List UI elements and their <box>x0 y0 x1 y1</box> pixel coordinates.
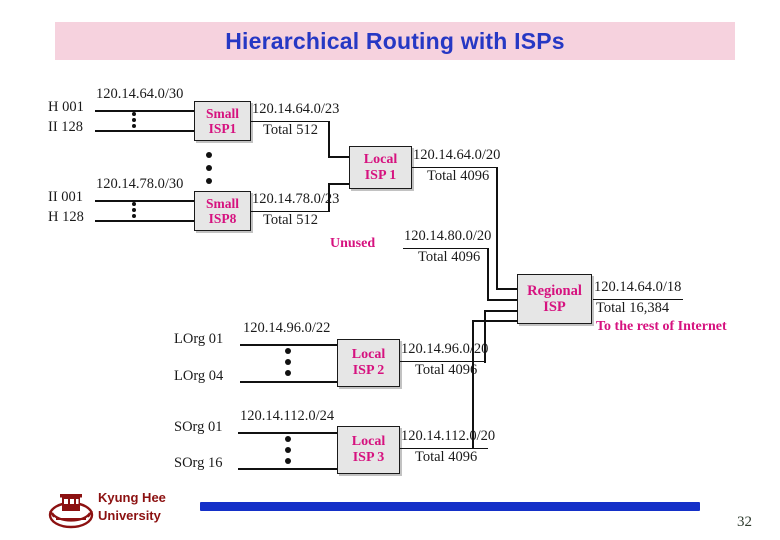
small-isp1-box[interactable]: Small ISP1 <box>194 101 251 141</box>
local-isp2-out-total: Total 4096 <box>415 362 478 378</box>
regional-isp-out-prefix: 120.14.64.0/18 <box>594 279 682 295</box>
university-name: Kyung Hee University <box>98 489 166 524</box>
host-label-bottom-group1: II 128 <box>48 119 84 135</box>
small-isp8-line2: ISP8 <box>208 211 237 226</box>
small-isp1-line1: Small <box>205 105 239 121</box>
local-isp3-line1: Local <box>351 434 386 450</box>
internet-note: To the rest of Internet <box>596 319 727 334</box>
out-total-group2: Total 512 <box>263 212 318 228</box>
org-ellipsis-isp3 <box>284 436 291 464</box>
out-prefix-group1: 120.14.64.0/23 <box>252 101 340 117</box>
small-isp1-line2: ISP1 <box>208 121 237 136</box>
page-title: Hierarchical Routing with ISPs <box>225 27 565 54</box>
small-isp8-box[interactable]: Small ISP8 <box>194 191 251 231</box>
local-isp1-line1: Local <box>363 151 398 167</box>
page-number: 32 <box>737 514 752 530</box>
connector-localisp1-horizontal <box>496 288 518 290</box>
local-isp3-out-prefix: 120.14.112.0/20 <box>401 428 496 444</box>
org-label-bottom-isp3: SOrg 16 <box>174 455 223 471</box>
org-ellipsis-isp2 <box>284 348 291 376</box>
host-label-top-group2: II 001 <box>48 189 84 205</box>
link-line-top-group1 <box>95 110 195 112</box>
out-total-group1: Total 512 <box>263 122 318 138</box>
host-label-top-group1: H 001 <box>48 99 84 115</box>
local-isp1-box[interactable]: Local ISP 1 <box>349 146 412 189</box>
footer-accent-bar <box>200 502 700 511</box>
link-line-bottom-isp2 <box>240 381 345 383</box>
regional-isp-out-total: Total 16,384 <box>596 300 670 316</box>
org-label-top-isp3: SOrg 01 <box>174 419 223 435</box>
local-isp1-out-prefix: 120.14.64.0/20 <box>413 147 501 163</box>
local-isp3-box[interactable]: Local ISP 3 <box>337 426 400 474</box>
connector-localisp2-horizontal <box>484 310 518 312</box>
connector-group1-horizontal <box>328 156 350 158</box>
university-name-line2: University <box>98 507 161 523</box>
connector-unused-horizontal <box>487 299 518 301</box>
local-isp1-out-total: Total 4096 <box>427 168 490 184</box>
org-label-bottom-isp2: LOrg 04 <box>174 368 224 384</box>
local-isp2-out-prefix: 120.14.96.0/20 <box>401 341 489 357</box>
unused-prefix: 120.14.80.0/20 <box>404 228 492 244</box>
university-name-line1: Kyung Hee <box>98 490 166 505</box>
host-label-bottom-group2: H 128 <box>48 209 84 225</box>
small-isp8-line1: Small <box>205 195 239 211</box>
slide-canvas: Hierarchical Routing with ISPs H 001 II … <box>0 0 780 540</box>
local-isp3-line2: ISP 3 <box>352 450 385 465</box>
local-isp2-box[interactable]: Local ISP 2 <box>337 339 400 387</box>
university-logo-icon <box>48 494 94 529</box>
link-line-top-isp2 <box>240 344 345 346</box>
small-isp-group-ellipsis <box>205 152 212 184</box>
connector-localisp2-stub <box>484 361 486 363</box>
regional-isp-line1: Regional <box>527 282 582 299</box>
connector-group1-vertical <box>328 121 330 157</box>
link-prefix-group1: 120.14.64.0/30 <box>96 86 184 102</box>
out-prefix-group2: 120.14.78.0/23 <box>252 191 340 207</box>
local-isp2-line1: Local <box>351 347 386 363</box>
connector-unused-vertical <box>487 248 489 300</box>
host-ellipsis-group2 <box>131 202 136 218</box>
connector-localisp3-vertical <box>472 320 474 449</box>
local-isp2-line2: ISP 2 <box>352 363 385 378</box>
link-prefix-group2: 120.14.78.0/30 <box>96 176 184 192</box>
link-prefix-isp3: 120.14.112.0/24 <box>240 408 335 424</box>
regional-isp-line2: ISP <box>543 299 566 315</box>
link-line-top-group2 <box>95 200 195 202</box>
connector-localisp3-horizontal <box>472 320 518 322</box>
link-prefix-isp2: 120.14.96.0/22 <box>243 320 331 336</box>
unused-label: Unused <box>330 236 376 251</box>
unused-total: Total 4096 <box>418 249 481 265</box>
link-line-bottom-isp3 <box>238 468 345 470</box>
connector-group2-horizontal <box>328 183 350 185</box>
title-banner: Hierarchical Routing with ISPs <box>55 22 735 60</box>
org-label-top-isp2: LOrg 01 <box>174 331 224 347</box>
connector-group2-vertical <box>328 183 330 212</box>
connector-localisp1-vertical <box>496 167 498 289</box>
host-ellipsis-group1 <box>131 112 136 128</box>
local-isp1-line2: ISP 1 <box>364 167 397 183</box>
connector-localisp2-vertical <box>484 310 486 362</box>
link-line-bottom-group1 <box>95 130 195 132</box>
link-line-bottom-group2 <box>95 220 195 222</box>
local-isp3-out-total: Total 4096 <box>415 449 478 465</box>
regional-isp-box[interactable]: Regional ISP <box>517 274 592 324</box>
link-line-top-isp3 <box>238 432 345 434</box>
